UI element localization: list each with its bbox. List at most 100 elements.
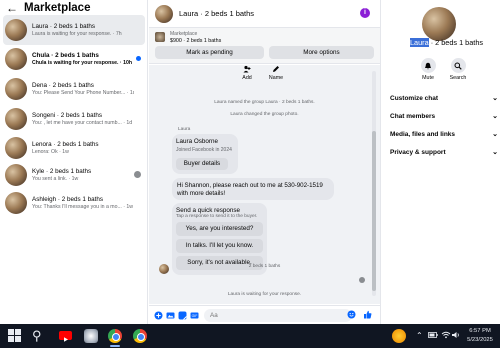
message-composer: GIF xyxy=(149,305,380,324)
message-text: Hi Shannon, please reach out to me at 53… xyxy=(177,182,323,197)
more-options-button[interactable]: More options xyxy=(269,46,374,59)
conversation-preview: Lenora: Ok · 1w xyxy=(32,148,69,155)
chat-info-panel: Laura · 2 beds 1 baths Mute Search Custo… xyxy=(382,0,500,324)
customize-chat-section[interactable]: Customize chat ⌄ xyxy=(390,92,498,104)
group-avatar[interactable] xyxy=(422,7,456,41)
gif-icon[interactable]: GIF xyxy=(190,311,199,320)
system-message: Laura changed the group photo. xyxy=(230,112,299,117)
conversation-name: Laura · 2 beds 1 baths xyxy=(32,22,96,30)
profile-joined: Joined Facebook in 2024 xyxy=(176,147,232,153)
quick-response-option[interactable]: In talks. I'll let you know. xyxy=(176,239,263,253)
group-title-rest: · 2 beds 1 baths xyxy=(428,38,484,47)
info-icon[interactable]: i xyxy=(360,8,370,18)
mark-as-pending-button[interactable]: Mark as pending xyxy=(155,46,264,59)
chrome-icon[interactable] xyxy=(108,329,122,343)
emoji-icon[interactable] xyxy=(347,310,356,319)
scrollbar[interactable] xyxy=(372,71,376,296)
quick-response-title: Send a quick response xyxy=(176,207,241,214)
sticker-icon[interactable] xyxy=(178,311,187,320)
profile-name: Laura Osborne xyxy=(176,138,219,145)
unread-dot-icon xyxy=(136,56,141,61)
conversation-preview: You: Please Send Your Phone Number... · … xyxy=(32,89,134,96)
listing-price: $900 · 2 beds 1 baths xyxy=(170,38,222,44)
conversation-name: Ashleigh · 2 beds 1 baths xyxy=(32,195,104,203)
conversation-item[interactable]: Kyle · 2 beds 1 baths You sent a link. ·… xyxy=(3,160,145,190)
chat-title[interactable]: Laura · 2 beds 1 baths xyxy=(179,9,254,18)
group-title: Laura · 2 beds 1 baths xyxy=(410,38,483,47)
plus-circle-icon[interactable] xyxy=(154,311,163,320)
game-app-icon[interactable] xyxy=(84,329,98,343)
chrome-icon[interactable] xyxy=(133,329,147,343)
privacy-support-section[interactable]: Privacy & support ⌄ xyxy=(390,146,498,158)
system-message: Laura named the group Laura · 2 beds 1 b… xyxy=(214,100,315,105)
marketplace-listing-bar: Marketplace $900 · 2 beds 1 baths Mark a… xyxy=(149,28,380,64)
selected-text: Laura xyxy=(410,38,429,47)
add-person-icon xyxy=(242,65,252,73)
conversation-item[interactable]: Chula · 2 beds 1 baths Chula is waiting … xyxy=(3,44,145,74)
conversation-item[interactable]: Dena · 2 beds 1 baths You: Please Send Y… xyxy=(3,74,145,104)
mute-button[interactable]: Mute xyxy=(415,58,441,81)
system-clock[interactable]: 6:57 PM 5/23/2025 xyxy=(462,327,498,345)
section-label: Customize chat xyxy=(390,94,439,102)
add-people-action[interactable]: Add xyxy=(232,65,262,81)
back-arrow-icon[interactable]: ← xyxy=(6,2,18,14)
conversation-name: Songeni · 2 beds 1 baths xyxy=(32,111,103,119)
chevron-up-icon[interactable]: ⌃ xyxy=(416,331,423,341)
battery-icon[interactable] xyxy=(428,331,438,342)
profile-card: Laura Osborne Joined Facebook in 2024 Bu… xyxy=(172,134,238,174)
clock-time: 6:57 PM xyxy=(469,328,491,334)
conversation-name: Chula · 2 beds 1 baths xyxy=(32,51,99,59)
taskbar: ⚲ ⌃ 6:57 PM 5/23/2025 xyxy=(0,324,500,348)
name-group-action[interactable]: Name xyxy=(261,65,291,81)
conversation-item[interactable]: Laura · 2 beds 1 baths Laura is waiting … xyxy=(3,15,145,45)
chevron-down-icon: ⌄ xyxy=(492,113,498,120)
avatar xyxy=(5,48,27,70)
sender-name: Laura xyxy=(178,127,191,132)
conversation-preview: Chula is waiting for your response. · 10… xyxy=(32,59,133,66)
svg-text:GIF: GIF xyxy=(192,314,198,318)
weather-icon[interactable] xyxy=(392,329,406,343)
add-label: Add xyxy=(242,75,252,81)
image-icon[interactable] xyxy=(166,311,175,320)
bell-icon xyxy=(420,58,436,73)
quick-response-option[interactable]: Yes, are you interested? xyxy=(176,222,263,236)
list-header: ← Marketplace xyxy=(0,1,147,15)
volume-icon[interactable] xyxy=(451,331,461,342)
media-files-links-section[interactable]: Media, files and links ⌄ xyxy=(390,128,498,140)
seen-avatar-icon xyxy=(359,277,365,283)
conversation-item[interactable]: Lenora · 2 beds 1 baths Lenora: Ok · 1w xyxy=(3,133,145,163)
section-label: Chat members xyxy=(390,112,436,120)
chat-panel: Laura · 2 beds 1 baths i Marketplace $90… xyxy=(149,0,381,324)
buyer-details-button[interactable]: Buyer details xyxy=(176,158,228,170)
section-label: Media, files and links xyxy=(390,130,456,138)
conversation-name: Kyle · 2 beds 1 baths xyxy=(32,167,92,175)
chevron-down-icon: ⌄ xyxy=(492,131,498,138)
conversation-name: Dena · 2 beds 1 baths xyxy=(32,81,94,89)
conversation-item[interactable]: Songeni · 2 beds 1 baths You: , let me h… xyxy=(3,104,145,134)
conversation-list-panel: ← Marketplace Laura · 2 beds 1 baths Lau… xyxy=(0,0,148,324)
conversation-item[interactable]: Ashleigh · 2 beds 1 baths You: Thanks I'… xyxy=(3,188,145,218)
chat-members-section[interactable]: Chat members ⌄ xyxy=(390,110,498,122)
avatar[interactable] xyxy=(155,4,173,23)
avatar xyxy=(5,19,27,41)
name-label: Name xyxy=(268,75,284,81)
seen-avatar-icon xyxy=(134,171,141,178)
search-icon[interactable]: ⚲ xyxy=(32,329,46,343)
wifi-icon[interactable] xyxy=(441,331,451,342)
scroll-thumb[interactable] xyxy=(372,131,376,291)
waiting-status: Laura is waiting for your response. xyxy=(227,292,302,297)
windows-start-icon[interactable] xyxy=(8,329,22,343)
youtube-icon[interactable] xyxy=(59,331,72,342)
listing-thumbnail[interactable] xyxy=(155,32,165,42)
message-input[interactable] xyxy=(204,309,352,322)
active-app-indicator xyxy=(110,345,120,347)
search-button[interactable]: Search xyxy=(445,58,471,81)
avatar xyxy=(5,137,27,159)
avatar xyxy=(5,164,27,186)
conversation-name: Lenora · 2 beds 1 baths xyxy=(32,140,99,148)
pencil-icon xyxy=(271,65,281,73)
search-label: Search xyxy=(449,75,467,81)
mute-label: Mute xyxy=(422,75,434,81)
thumbs-up-icon[interactable] xyxy=(363,310,372,319)
page-title: Marketplace xyxy=(24,2,91,14)
